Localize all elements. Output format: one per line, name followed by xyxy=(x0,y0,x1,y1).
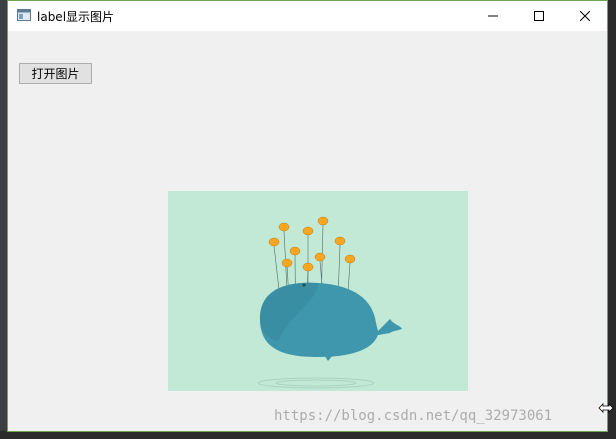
title-bar[interactable]: label显示图片 xyxy=(8,1,607,31)
app-icon xyxy=(17,9,31,21)
window-title: label显示图片 xyxy=(37,10,115,24)
close-icon xyxy=(580,11,590,21)
open-image-button[interactable]: 打开图片 xyxy=(19,63,92,84)
maximize-icon xyxy=(534,11,544,21)
app-window: label显示图片 打开图片 xyxy=(7,0,608,432)
maximize-button[interactable] xyxy=(516,1,562,31)
minimize-button[interactable] xyxy=(470,1,516,31)
minimize-icon xyxy=(488,15,498,17)
watermark-text: https://blog.csdn.net/qq_32973061 xyxy=(274,408,553,424)
image-display-label xyxy=(168,191,468,391)
close-button[interactable] xyxy=(562,1,608,31)
whale-with-birds-image xyxy=(257,216,402,389)
resize-cursor-icon xyxy=(598,403,614,413)
background-ide-bottom xyxy=(0,431,616,439)
